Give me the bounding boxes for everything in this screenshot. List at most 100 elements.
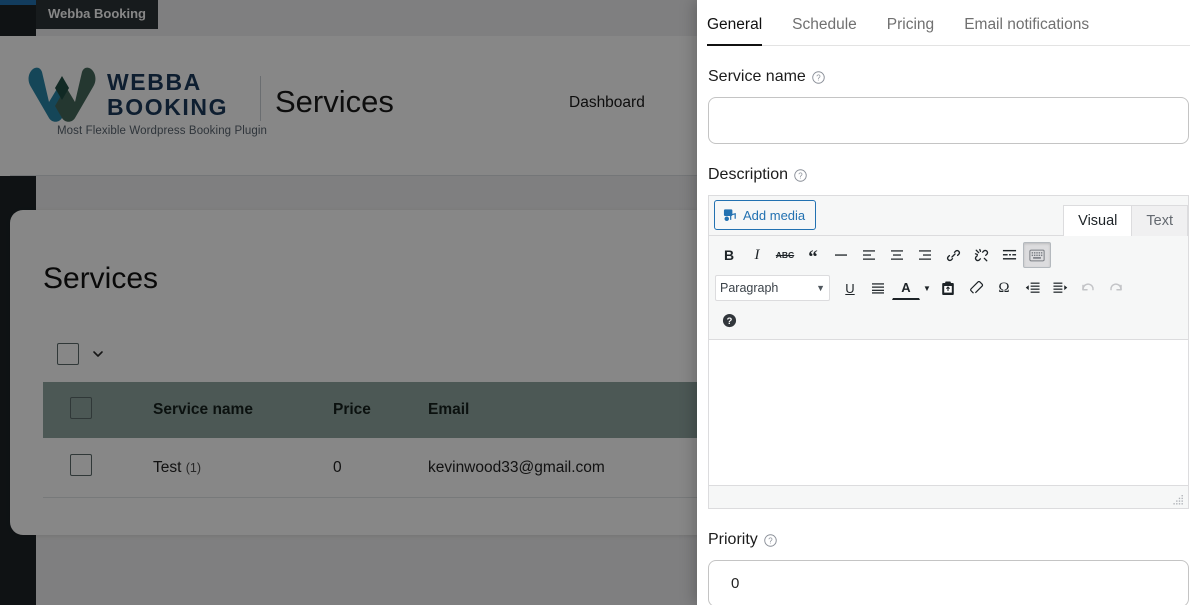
align-center-glyph (891, 250, 903, 260)
resize-grip-icon[interactable] (1172, 493, 1185, 506)
align-justify-icon[interactable] (864, 275, 892, 301)
align-right-glyph (919, 250, 931, 260)
panel-tab-bar: General Schedule Pricing Email notificat… (707, 0, 1190, 46)
editor-toolbar-row-1: B I ABC “ (715, 240, 1182, 270)
justify-glyph (872, 283, 884, 294)
chevron-down-icon: ▼ (816, 283, 825, 293)
editor-content-area[interactable] (709, 340, 1188, 486)
description-field: Description ? Add media Visual Text B I … (697, 166, 1200, 509)
text-color-caret-icon[interactable]: ▼ (920, 275, 934, 301)
keyboard-shortcuts-help-icon[interactable]: ? (715, 307, 743, 333)
bulk-select-all-checkbox[interactable] (57, 343, 79, 365)
priority-label-row: Priority ? (708, 531, 1189, 549)
insert-link-icon[interactable] (939, 242, 967, 268)
unlink-icon[interactable] (967, 242, 995, 268)
bold-icon[interactable]: B (715, 242, 743, 268)
service-edit-panel: General Schedule Pricing Email notificat… (697, 0, 1200, 605)
paste-as-text-icon[interactable] (934, 275, 962, 301)
clipboard-glyph (942, 281, 954, 295)
table-row[interactable]: Test (1) 0 kevinwood33@gmail.com (43, 438, 697, 498)
row-select-checkbox[interactable] (70, 454, 92, 476)
screen-root: Webba Booking WEBBA BOOKING Most Flexibl… (0, 0, 1200, 605)
question-circle-icon[interactable]: ? (764, 533, 777, 547)
wordpress-editor: Add media Visual Text B I ABC “ Paragrap… (708, 195, 1189, 509)
align-left-icon[interactable] (855, 242, 883, 268)
undo-glyph (1082, 282, 1094, 291)
header-cell-service-name: Service name (153, 401, 253, 418)
services-heading: Services (43, 262, 159, 295)
row-cell-price: 0 (333, 458, 342, 476)
editor-mode-text[interactable]: Text (1131, 205, 1188, 236)
clear-formatting-icon[interactable] (962, 275, 990, 301)
align-center-icon[interactable] (883, 242, 911, 268)
horizontal-rule-icon[interactable] (827, 242, 855, 268)
outdent-icon[interactable] (1018, 275, 1046, 301)
hr-glyph (835, 254, 847, 256)
services-table: Service name Price Email Test (1) 0 kevi… (43, 382, 697, 498)
logo-tagline: Most Flexible Wordpress Booking Plugin (57, 125, 268, 137)
tab-schedule[interactable]: Schedule (792, 16, 857, 44)
logo-text-line1: WEBBA (107, 69, 202, 95)
table-select-all-checkbox[interactable] (70, 396, 92, 419)
webba-booking-logo: WEBBA BOOKING Most Flexible Wordpress Bo… (25, 66, 267, 137)
redo-glyph (1110, 282, 1122, 291)
question-circle-icon[interactable]: ? (794, 168, 807, 182)
read-more-icon[interactable] (995, 242, 1023, 268)
media-icon (723, 208, 736, 221)
align-right-icon[interactable] (911, 242, 939, 268)
description-label: Description (708, 166, 789, 183)
svg-text:?: ? (768, 536, 773, 545)
header-cell-checkbox (43, 396, 153, 424)
background-admin-page: Webba Booking WEBBA BOOKING Most Flexibl… (0, 0, 697, 605)
format-select-value: Paragraph (720, 281, 779, 295)
webba-w-logo-icon (28, 67, 96, 122)
service-name-label: Service name (708, 68, 806, 85)
header-divider (260, 76, 261, 121)
wp-admin-menu-tooltip: Webba Booking (36, 0, 158, 29)
row-cell-checkbox (43, 454, 153, 481)
header-cell-email: Email (428, 401, 470, 418)
editor-mode-visual[interactable]: Visual (1063, 205, 1133, 236)
priority-input[interactable] (708, 560, 1189, 605)
help-circle-glyph: ? (722, 313, 736, 327)
editor-status-bar (709, 486, 1188, 508)
question-circle-icon[interactable]: ? (812, 70, 825, 84)
service-name-input[interactable] (708, 97, 1189, 144)
blockquote-icon[interactable]: “ (799, 242, 827, 268)
chevron-down-icon[interactable] (91, 347, 105, 361)
more-tag-glyph (1002, 249, 1016, 260)
text-color-icon[interactable]: A (892, 276, 920, 300)
bulk-actions-row[interactable] (57, 343, 105, 365)
editor-toolbar-row-2: Paragraph ▼ U A ▼ Ω (715, 273, 1182, 303)
strikethrough-icon[interactable]: ABC (771, 242, 799, 268)
toolbar-toggle-icon[interactable] (1023, 242, 1051, 268)
redo-icon[interactable] (1102, 275, 1130, 301)
logo-text-line2: BOOKING (107, 94, 229, 120)
svg-text:?: ? (798, 171, 803, 180)
special-character-icon[interactable]: Ω (990, 275, 1018, 301)
row-cell-service-name: Test (1) (153, 459, 333, 477)
link-glyph (946, 249, 960, 261)
undo-icon[interactable] (1074, 275, 1102, 301)
tab-email-notifications[interactable]: Email notifications (964, 16, 1089, 44)
editor-toolbar-row-3: ? (715, 305, 1182, 335)
tab-pricing[interactable]: Pricing (887, 16, 934, 44)
indent-glyph (1052, 282, 1067, 293)
underline-icon[interactable]: U (836, 275, 864, 301)
unlink-glyph (974, 248, 988, 261)
description-label-row: Description ? (708, 166, 1189, 184)
table-header-row: Service name Price Email (43, 382, 697, 438)
row-cell-email: kevinwood33@gmail.com (428, 458, 605, 476)
dashboard-link[interactable]: Dashboard (569, 94, 645, 112)
indent-icon[interactable] (1046, 275, 1074, 301)
add-media-label: Add media (743, 207, 806, 223)
add-media-button[interactable]: Add media (714, 200, 817, 230)
tab-general[interactable]: General (707, 16, 763, 46)
format-select[interactable]: Paragraph ▼ (715, 275, 830, 301)
italic-icon[interactable]: I (743, 242, 771, 268)
wp-menu-active-accent (0, 0, 36, 5)
svg-text:?: ? (816, 73, 821, 82)
header-cell-price: Price (333, 401, 371, 418)
priority-label: Priority (708, 531, 758, 548)
editor-toolbar: B I ABC “ Paragraph ▼ U A ▼ Ω ? (709, 236, 1188, 340)
